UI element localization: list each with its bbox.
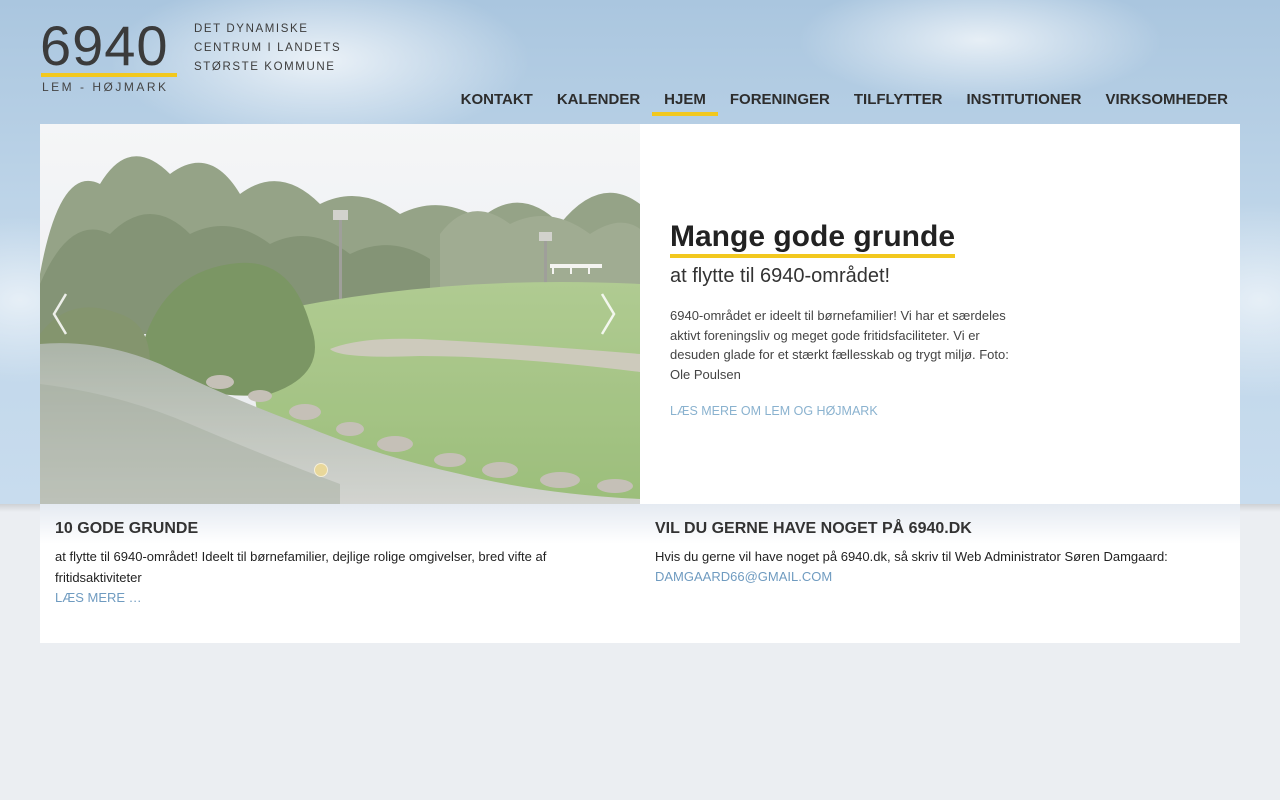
logo-tagline-line: STØRSTE KOMMUNE: [194, 61, 336, 73]
nav-item-institutioner[interactable]: INSTITUTIONER: [954, 90, 1093, 116]
info-contact-email-link[interactable]: DAMGAARD66@GMAIL.COM: [655, 567, 1235, 587]
slider-prev-arrow-icon[interactable]: [48, 290, 72, 338]
logo-tagline-line: DET DYNAMISKE: [194, 23, 309, 35]
park-pond-photo: [40, 124, 640, 504]
main-nav: KONTAKT KALENDER HJEM FORENINGER TILFLYT…: [449, 90, 1240, 116]
hero-section: Mange gode grunde at flytte til 6940-omr…: [40, 124, 1240, 504]
info-band: 10 GODE GRUNDE at flytte til 6940-område…: [40, 504, 1240, 643]
slider-dot[interactable]: [314, 463, 328, 477]
logo-tagline-line: CENTRUM I LANDETS: [194, 42, 342, 54]
hero-slide-image: [40, 124, 640, 504]
hero-body: 6940-området er ideelt til børnefamilier…: [670, 308, 1009, 382]
info-contact-text: Hvis du gerne vil have noget på 6940.dk,…: [655, 549, 1168, 564]
info-reasons-title: 10 GODE GRUNDE: [55, 520, 199, 537]
nav-item-kontakt[interactable]: KONTAKT: [449, 90, 545, 116]
logo-tagline: DET DYNAMISKE CENTRUM I LANDETS STØRSTE …: [194, 20, 354, 77]
hero-read-more-link[interactable]: LÆS MERE OM LEM OG HØJMARK: [670, 404, 1020, 418]
nav-item-foreninger[interactable]: FORENINGER: [718, 90, 842, 116]
info-reasons: 10 GODE GRUNDE at flytte til 6940-område…: [55, 520, 575, 608]
logo-underline: [41, 73, 177, 77]
nav-item-hjem[interactable]: HJEM: [652, 90, 718, 116]
site-logo[interactable]: 6940 LEM - HØJMARK DET DYNAMISKE CENTRUM…: [40, 18, 340, 96]
info-reasons-link[interactable]: LÆS MERE …: [55, 588, 575, 608]
nav-item-virksomheder[interactable]: VIRKSOMHEDER: [1093, 90, 1240, 116]
hero-title: Mange gode grunde: [670, 220, 955, 258]
info-reasons-text: at flytte til 6940-området! Ideelt til b…: [55, 549, 547, 585]
logo-subtitle: LEM - HØJMARK: [42, 80, 169, 94]
info-contact-title: VIL DU GERNE HAVE NOGET PÅ 6940.DK: [655, 520, 972, 537]
slider-next-arrow-icon[interactable]: [596, 290, 620, 338]
logo-number: 6940: [40, 14, 169, 77]
hero-text: Mange gode grunde at flytte til 6940-omr…: [670, 220, 1020, 418]
info-contact: VIL DU GERNE HAVE NOGET PÅ 6940.DK Hvis …: [655, 520, 1235, 587]
nav-item-tilflytter[interactable]: TILFLYTTER: [842, 90, 955, 116]
hero-subtitle: at flytte til 6940-området!: [670, 265, 891, 287]
nav-item-kalender[interactable]: KALENDER: [545, 90, 652, 116]
